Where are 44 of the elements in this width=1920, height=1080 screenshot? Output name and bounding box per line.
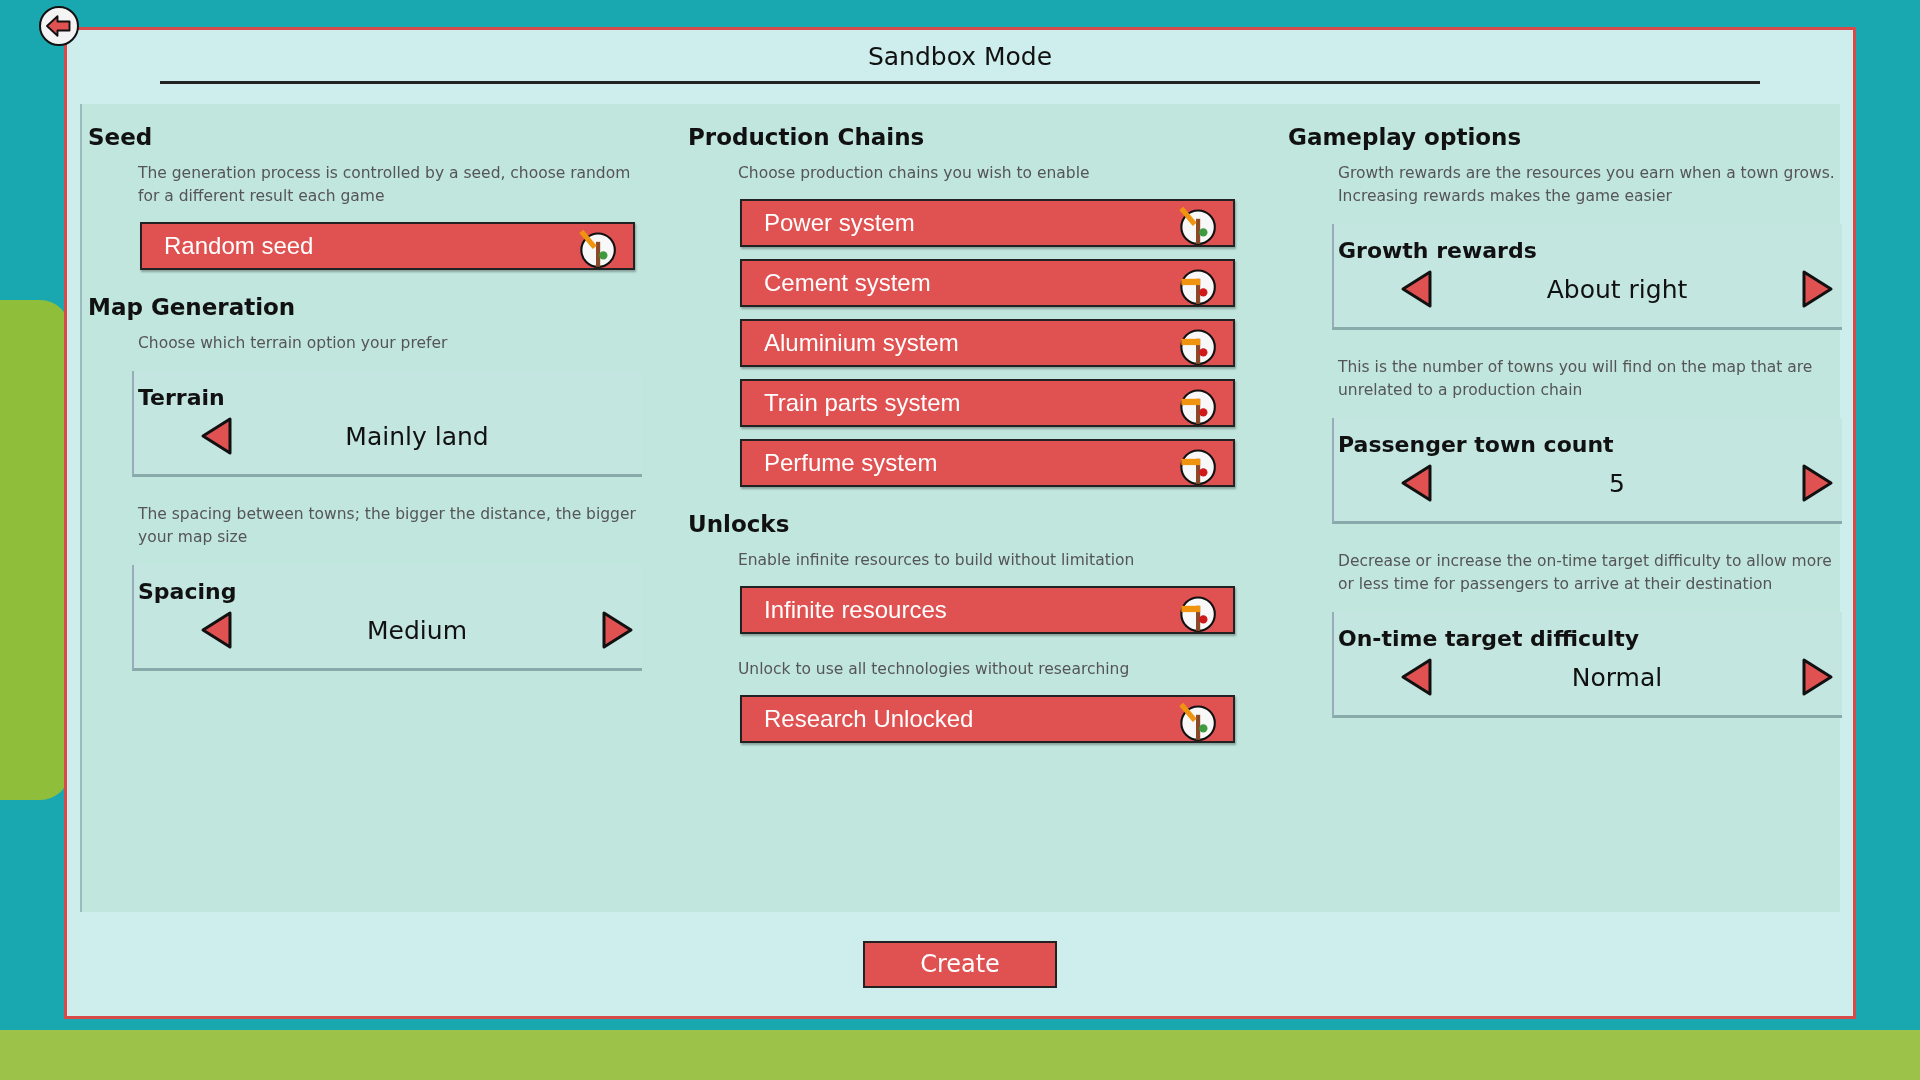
description-text: Unlock to use all technologies without researching [738,659,1130,680]
selector-value: Medium [367,615,467,645]
selector-title: Spacing [138,579,238,604]
toggle-button[interactable]: Research Unlocked [740,695,1235,743]
selector-value: Mainly land [345,421,489,451]
previous-button[interactable] [1400,657,1434,697]
selector-title: Terrain [138,385,226,410]
description-text: This is the number of towns you will find on the map that are unrelated to a production chain [1338,357,1814,401]
section-heading: Map Generation [88,294,296,320]
section-heading: Gameplay options [1288,124,1522,150]
toggle-button[interactable]: Power system [740,199,1235,247]
description-text: Enable infinite resources to build without limitation [738,550,1135,571]
toggle-button[interactable]: Cement system [740,259,1235,307]
section-heading: Production Chains [688,124,925,150]
toggle-button[interactable]: Aluminium system [740,319,1235,367]
next-button[interactable] [1800,657,1834,697]
back-button[interactable] [39,6,79,46]
selector-title: On-time target difficulty [1338,626,1641,651]
previous-button[interactable] [1400,269,1434,309]
toggle-button[interactable]: Infinite resources [740,586,1235,634]
previous-button[interactable] [200,416,234,456]
create-button[interactable]: Create [863,940,1057,988]
next-button[interactable] [1800,269,1834,309]
description-text: Decrease or increase the on-time target difficulty to allow more or less time for passengers to arrive at their destination [1338,551,1833,595]
previous-button[interactable] [1400,463,1434,503]
description-text: Growth rewards are the resources you earn when a town grows. Increasing rewards makes the game easier [1338,163,1836,207]
next-button[interactable] [600,610,634,650]
selector-title: Passenger town count [1338,432,1615,457]
toggle-button[interactable]: Random seed [140,222,635,270]
section-heading: Seed [88,124,153,150]
description-text: Choose which terrain option your prefer [138,333,448,354]
toggle-button[interactable]: Perfume system [740,439,1235,487]
previous-button[interactable] [200,610,234,650]
selector-title: Growth rewards [1338,238,1538,263]
description-text: Choose production chains you wish to enable [738,163,1090,184]
selector-value: About right [1546,274,1688,304]
window-title: Sandbox Mode [867,42,1053,71]
selector-value: Normal [1571,662,1663,692]
selector-value: 5 [1609,468,1625,498]
toggle-button[interactable]: Train parts system [740,379,1235,427]
next-button[interactable] [1800,463,1834,503]
description-text: The spacing between towns; the bigger the distance, the bigger your map size [138,504,637,548]
description-text: The generation process is controlled by a seed, choose random for a different result each game [138,163,632,207]
section-heading: Unlocks [688,511,790,537]
